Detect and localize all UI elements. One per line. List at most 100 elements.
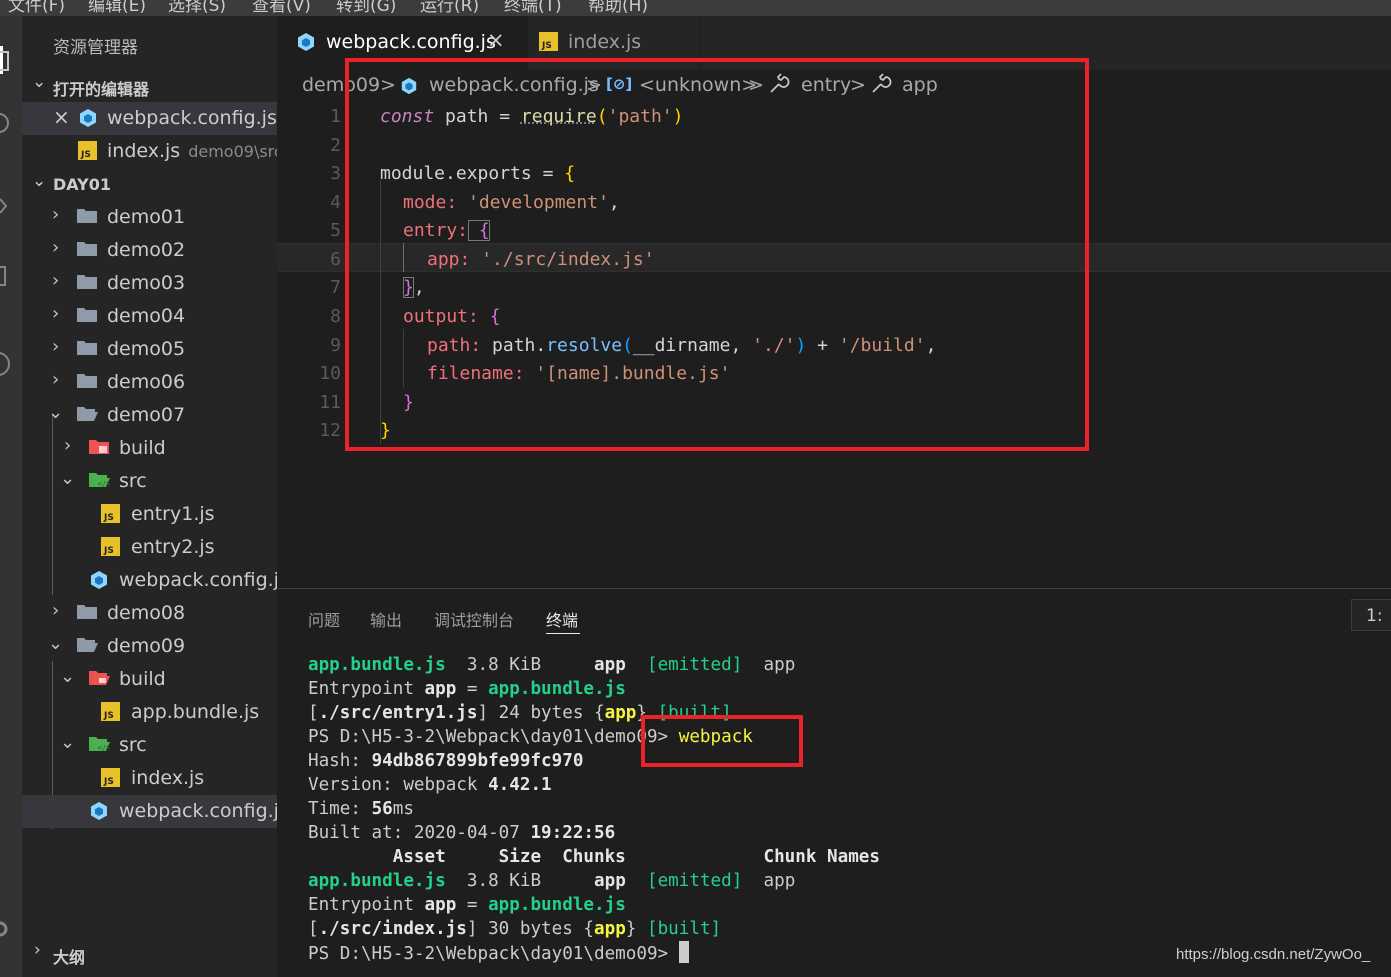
js-file-icon: JS (101, 768, 120, 787)
svg-text:</>: </> (97, 480, 110, 488)
tree-folder-demo06[interactable]: › demo06 (22, 366, 277, 399)
annotation-box-config (345, 58, 1089, 451)
active-tab-underline (546, 633, 580, 634)
chevron-down-icon: ⌄ (48, 402, 63, 423)
tree-file-webpack-config[interactable]: webpack.config.js (22, 564, 277, 597)
search-icon[interactable] (0, 109, 20, 139)
menu-terminal[interactable]: 终端(T) (504, 0, 562, 16)
tab-close-icon[interactable]: × (487, 28, 505, 52)
folder-icon (76, 207, 98, 224)
tree-folder-src[interactable]: ⌄ </> src (22, 729, 277, 762)
terminal-line: app.bundle.js 3.8 KiB app [emitted] app (308, 653, 880, 677)
tree-folder-demo07[interactable]: ⌄ demo07 (22, 399, 277, 432)
folder-icon (76, 240, 98, 257)
chevron-down-icon: ⌄ (32, 171, 46, 191)
chevron-right-icon: › (52, 204, 59, 225)
webpack-icon (89, 801, 109, 821)
terminal-line: Asset Size Chunks Chunk Names (308, 845, 880, 869)
src-folder-icon: </> (88, 471, 110, 488)
open-editor-label: index.js (107, 140, 180, 162)
terminal-output[interactable]: app.bundle.js 3.8 KiB app [emitted] app E… (308, 653, 880, 966)
tree-folder-demo01[interactable]: › demo01 (22, 201, 277, 234)
close-icon[interactable]: × (53, 105, 70, 129)
chevron-down-icon: ⌄ (60, 732, 75, 753)
chevron-right-icon: › (52, 270, 59, 291)
terminal-line: Entrypoint app = app.bundle.js (308, 893, 880, 917)
menu-file[interactable]: 文件(F) (8, 0, 65, 16)
open-editor-webpack-config[interactable]: × webpack.config.js ... (22, 102, 277, 135)
open-editor-label: webpack.config.js ... (107, 107, 277, 129)
open-editor-path: demo09\src (188, 142, 277, 161)
folder-icon (76, 273, 98, 290)
terminal-line: Built at: 2020-04-07 19:22:56 (308, 821, 880, 845)
line-number: 12 (277, 420, 341, 441)
menu-go[interactable]: 转到(G) (336, 0, 396, 16)
watermark: https://blog.csdn.net/ZywOo_ (1176, 946, 1370, 963)
sidebar-title: 资源管理器 (53, 33, 138, 58)
webpack-icon (78, 108, 98, 128)
tree-folder-demo02[interactable]: › demo02 (22, 234, 277, 267)
terminal-line: Entrypoint app = app.bundle.js (308, 677, 880, 701)
terminal-line: Time: 56ms (308, 797, 880, 821)
tree-file-entry2[interactable]: JS entry2.js (22, 531, 277, 564)
menu-edit[interactable]: 编辑(E) (88, 0, 146, 16)
tree-folder-build[interactable]: ⌄ build (22, 663, 277, 696)
js-file-icon: JS (101, 504, 120, 523)
line-number: 3 (277, 163, 341, 184)
tree-folder-demo09[interactable]: ⌄ demo09 (22, 630, 277, 663)
chevron-right-icon: › (34, 940, 41, 960)
folder-icon (76, 603, 98, 620)
js-file-icon: JS (101, 537, 120, 556)
menu-help[interactable]: 帮助(H) (588, 0, 648, 16)
tree-folder-demo04[interactable]: › demo04 (22, 300, 277, 333)
manage-gear-icon[interactable] (0, 914, 20, 944)
tree-folder-src[interactable]: ⌄ </> src (22, 465, 277, 498)
tree-folder-demo08[interactable]: › demo08 (22, 597, 277, 630)
tree-file-webpack-config-selected[interactable]: webpack.config.js (22, 795, 277, 828)
tree-file-entry1[interactable]: JS entry1.js (22, 498, 277, 531)
workspace-header[interactable]: ⌄ DAY01 (22, 169, 277, 201)
debug-icon[interactable] (0, 261, 20, 291)
panel-tab-debug-console[interactable]: 调试控制台 (434, 607, 514, 631)
menu-view[interactable]: 查看(V) (252, 0, 311, 16)
tree-file-index-js[interactable]: JS index.js (22, 762, 277, 795)
line-number: 9 (277, 335, 341, 356)
open-editor-index-js[interactable]: JS index.js demo09\src (22, 135, 277, 168)
terminal-selector[interactable]: 1: p (1351, 599, 1391, 631)
explorer-icon[interactable] (0, 46, 20, 76)
panel-tab-output[interactable]: 输出 (370, 607, 402, 631)
menu-selection[interactable]: 选择(S) (168, 0, 226, 16)
panel-tab-terminal[interactable]: 终端 (546, 607, 578, 631)
chevron-right-icon: › (64, 435, 71, 456)
svg-text:</>: </> (97, 744, 110, 752)
line-number: 11 (277, 392, 341, 413)
tree-file-app-bundle[interactable]: JS app.bundle.js (22, 696, 277, 729)
terminal-line: Version: webpack 4.42.1 (308, 773, 880, 797)
line-number: 4 (277, 192, 341, 213)
line-number: 8 (277, 306, 341, 327)
tree-folder-demo05[interactable]: › demo05 (22, 333, 277, 366)
terminal-line: [./src/index.js] 30 bytes {app} [built] (308, 917, 880, 941)
tree-folder-demo03[interactable]: › demo03 (22, 267, 277, 300)
menubar: 文件(F) 编辑(E) 选择(S) 查看(V) 转到(G) 运行(R) 终端(T… (0, 0, 1391, 16)
terminal-line: PS D:\H5-3-2\Webpack\day01\demo09> (308, 941, 880, 966)
menu-run[interactable]: 运行(R) (420, 0, 479, 16)
js-file-icon: JS (101, 702, 120, 721)
line-number: 1 (277, 106, 341, 127)
activity-bar (0, 16, 22, 977)
js-file-icon: JS (78, 141, 97, 160)
open-editors-header[interactable]: ⌄ 打开的编辑器 (22, 70, 277, 102)
folder-icon (76, 372, 98, 389)
line-number: 7 (277, 277, 341, 298)
folder-icon (76, 339, 98, 356)
outline-header[interactable]: › 大纲 (22, 938, 277, 970)
tree-folder-build[interactable]: › build (22, 432, 277, 465)
panel-tab-problems[interactable]: 问题 (308, 607, 340, 631)
source-control-icon[interactable] (0, 191, 20, 221)
extensions-icon[interactable] (0, 349, 20, 379)
chevron-down-icon: ⌄ (60, 468, 75, 489)
webpack-icon (89, 570, 109, 590)
build-folder-icon (88, 438, 110, 455)
build-folder-open-icon (88, 669, 110, 686)
chevron-right-icon: › (52, 600, 59, 621)
